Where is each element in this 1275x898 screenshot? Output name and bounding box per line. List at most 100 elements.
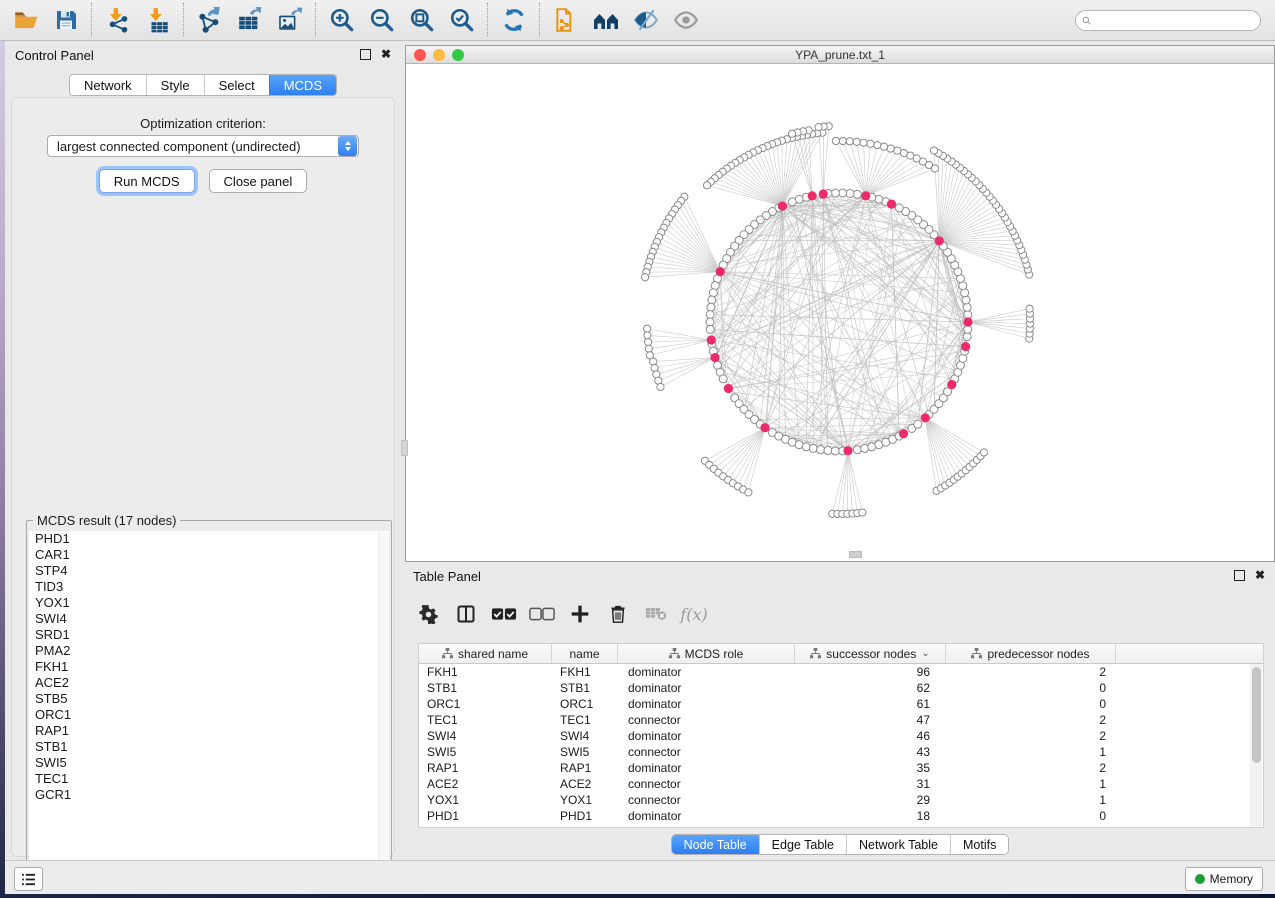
network-leaf-node[interactable] bbox=[644, 325, 651, 332]
network-node[interactable] bbox=[846, 189, 854, 197]
tab-edge-table[interactable]: Edge Table bbox=[759, 835, 846, 854]
network-canvas[interactable] bbox=[406, 64, 1272, 560]
network-node[interactable] bbox=[706, 318, 714, 326]
mcds-hub-node[interactable] bbox=[861, 191, 870, 200]
mcds-result-item[interactable]: STB5 bbox=[29, 691, 389, 707]
network-leaf-node[interactable] bbox=[894, 147, 901, 154]
refresh-icon[interactable] bbox=[494, 2, 534, 38]
table-row[interactable]: SWI4SWI4dominator462 bbox=[419, 728, 1263, 744]
mcds-hub-node[interactable] bbox=[716, 267, 725, 276]
optimization-criterion-select[interactable]: largest connected component (undirected) bbox=[47, 135, 359, 157]
zoom-out-icon[interactable] bbox=[362, 2, 402, 38]
network-leaf-node[interactable] bbox=[859, 509, 866, 516]
export-network-icon[interactable] bbox=[190, 2, 230, 38]
network-node[interactable] bbox=[708, 296, 716, 304]
mcds-result-item[interactable]: YOX1 bbox=[29, 595, 389, 611]
mcds-result-item[interactable]: TID3 bbox=[29, 579, 389, 595]
mcds-list-scrollbar[interactable] bbox=[378, 532, 388, 889]
network-leaf-node[interactable] bbox=[645, 345, 652, 352]
table-row[interactable]: YOX1YOX1connector291 bbox=[419, 792, 1263, 808]
table-scrollbar[interactable] bbox=[1250, 664, 1262, 826]
mcds-hub-node[interactable] bbox=[724, 384, 733, 393]
float-panel-icon[interactable] bbox=[360, 49, 371, 60]
mcds-result-item[interactable]: FKH1 bbox=[29, 659, 389, 675]
zoom-in-icon[interactable] bbox=[322, 2, 362, 38]
deselect-all-rows-icon[interactable] bbox=[527, 599, 557, 629]
mcds-result-list[interactable]: PHD1CAR1STP4TID3YOX1SWI4SRD1PMA2FKH1ACE2… bbox=[29, 531, 389, 890]
mcds-hub-node[interactable] bbox=[760, 423, 769, 432]
network-leaf-node[interactable] bbox=[860, 139, 867, 146]
network-node[interactable] bbox=[839, 189, 847, 197]
network-leaf-node[interactable] bbox=[657, 383, 664, 390]
network-node[interactable] bbox=[706, 325, 714, 333]
network-node[interactable] bbox=[788, 198, 796, 206]
houses-icon[interactable] bbox=[586, 2, 626, 38]
export-document-icon[interactable] bbox=[546, 2, 586, 38]
mcds-result-item[interactable]: ACE2 bbox=[29, 675, 389, 691]
mcds-result-item[interactable]: SWI5 bbox=[29, 755, 389, 771]
table-row[interactable]: TEC1TEC1connector472 bbox=[419, 712, 1263, 728]
network-node[interactable] bbox=[963, 303, 971, 311]
table-row[interactable]: SWI5SWI5connector431 bbox=[419, 744, 1263, 760]
column-header-predecessor-nodes[interactable]: predecessor nodes bbox=[946, 644, 1116, 663]
mcds-result-item[interactable]: SWI4 bbox=[29, 611, 389, 627]
float-panel-icon[interactable] bbox=[1234, 570, 1245, 581]
search-input[interactable] bbox=[1095, 12, 1254, 28]
mcds-result-item[interactable]: GCR1 bbox=[29, 787, 389, 803]
mcds-hub-node[interactable] bbox=[843, 446, 852, 455]
network-node[interactable] bbox=[709, 289, 717, 297]
network-node[interactable] bbox=[817, 446, 825, 454]
network-window-titlebar[interactable]: YPA_prune.txt_1 bbox=[406, 46, 1274, 64]
network-leaf-node[interactable] bbox=[867, 140, 874, 147]
network-leaf-node[interactable] bbox=[788, 130, 795, 137]
mcds-result-item[interactable]: STP4 bbox=[29, 563, 389, 579]
task-history-button[interactable] bbox=[14, 867, 43, 891]
mcds-result-item[interactable]: ORC1 bbox=[29, 707, 389, 723]
table-settings-gear-icon[interactable] bbox=[413, 599, 443, 629]
mcds-hub-node[interactable] bbox=[899, 429, 908, 438]
mcds-hub-node[interactable] bbox=[947, 380, 956, 389]
close-panel-icon[interactable]: ✖ bbox=[1255, 571, 1265, 580]
network-leaf-node[interactable] bbox=[815, 123, 822, 130]
network-node[interactable] bbox=[706, 311, 714, 319]
network-leaf-node[interactable] bbox=[839, 137, 846, 144]
table-row[interactable]: STB1STB1dominator620 bbox=[419, 680, 1263, 696]
tab-select[interactable]: Select bbox=[204, 75, 269, 95]
network-node[interactable] bbox=[861, 444, 869, 452]
mcds-hub-node[interactable] bbox=[961, 342, 970, 351]
tab-mcds[interactable]: MCDS bbox=[269, 75, 336, 95]
zoom-selected-icon[interactable] bbox=[442, 2, 482, 38]
network-leaf-node[interactable] bbox=[642, 274, 649, 281]
network-leaf-node[interactable] bbox=[644, 338, 651, 345]
horizontal-splitter-handle[interactable] bbox=[849, 551, 862, 558]
network-node[interactable] bbox=[944, 388, 952, 396]
mcds-result-item[interactable]: PMA2 bbox=[29, 643, 389, 659]
network-node[interactable] bbox=[809, 444, 817, 452]
mcds-result-item[interactable]: PHD1 bbox=[29, 531, 389, 547]
maximize-window-icon[interactable] bbox=[452, 49, 464, 61]
mcds-hub-node[interactable] bbox=[778, 201, 787, 210]
mcds-result-item[interactable]: CAR1 bbox=[29, 547, 389, 563]
save-icon[interactable] bbox=[46, 2, 86, 38]
table-row[interactable]: FKH1FKH1dominator962 bbox=[419, 664, 1263, 680]
mcds-hub-node[interactable] bbox=[887, 200, 896, 209]
vertical-splitter-handle[interactable] bbox=[401, 440, 408, 456]
mcds-hub-node[interactable] bbox=[808, 191, 817, 200]
add-column-icon[interactable] bbox=[565, 599, 595, 629]
minimize-window-icon[interactable] bbox=[433, 49, 445, 61]
export-image-icon[interactable] bbox=[270, 2, 310, 38]
close-window-icon[interactable] bbox=[414, 49, 426, 61]
network-node[interactable] bbox=[831, 447, 839, 455]
delete-column-trash-icon[interactable] bbox=[603, 599, 633, 629]
network-node[interactable] bbox=[853, 190, 861, 198]
network-leaf-node[interactable] bbox=[880, 143, 887, 150]
column-header-MCDS-role[interactable]: MCDS role bbox=[618, 644, 795, 663]
network-node[interactable] bbox=[853, 446, 861, 454]
network-node[interactable] bbox=[707, 303, 715, 311]
mcds-hub-node[interactable] bbox=[963, 317, 972, 326]
mcds-hub-node[interactable] bbox=[707, 335, 716, 344]
tab-style[interactable]: Style bbox=[146, 75, 204, 95]
network-node[interactable] bbox=[895, 204, 903, 212]
tab-network[interactable]: Network bbox=[70, 75, 146, 95]
network-leaf-node[interactable] bbox=[874, 141, 881, 148]
